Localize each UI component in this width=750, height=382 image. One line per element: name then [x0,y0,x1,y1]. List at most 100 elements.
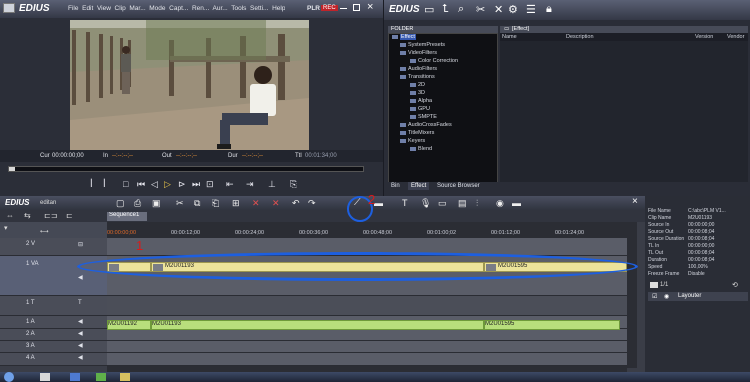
menu-view[interactable]: View [97,5,111,12]
tree-item-systempresets[interactable]: SystemPresets [400,42,445,48]
cut-clip-icon[interactable]: ✂ [176,198,184,209]
tree-item-color-correction[interactable]: Color Correction [410,58,458,64]
plr-mode-label[interactable]: PLR [307,5,320,12]
folder-taskbar-icon[interactable] [70,373,80,381]
dur-timecode[interactable]: --:--:--;-- [242,153,263,159]
copy-icon[interactable]: ⧉ [194,198,200,209]
menu-capture[interactable]: Capt... [169,5,188,12]
folder-view-icon[interactable]: ▭ [424,3,434,16]
fast-forward-icon[interactable]: ⊳ [178,179,186,190]
start-button-icon[interactable] [4,372,14,382]
column-vendor[interactable]: Vendor [727,34,744,40]
timeline-close-icon[interactable]: × [632,196,638,207]
tree-item-transitions[interactable]: Transitions [400,74,435,80]
title-track-icon[interactable]: T [78,300,82,306]
menu-mode[interactable]: Mode [149,5,165,12]
paste-icon[interactable]: ⎗ [212,198,219,209]
audio-clip[interactable]: M2U01192 [107,320,151,330]
speaker-icon[interactable]: ◀︎ [78,330,83,337]
output-icon[interactable]: ▬ [512,198,521,208]
track-audio-icon[interactable]: ◀︎ [78,274,83,281]
column-description[interactable]: Description [566,34,594,40]
track-header-2a[interactable]: 2 A ◀︎ [0,329,107,341]
export-icon[interactable]: ⎘ [290,179,297,190]
tree-item-3d[interactable]: 3D [410,90,425,96]
ripple-icon[interactable]: ⇆ [24,211,31,220]
menu-audio[interactable]: Aur... [213,5,228,12]
track-header-1a[interactable]: 1 A ◀︎ [0,316,107,329]
menu-settings[interactable]: Setti... [250,5,268,12]
effect-list[interactable] [500,41,748,183]
position-slider-handle[interactable] [9,167,15,171]
cut-icon[interactable]: ✂ [476,3,485,16]
tree-item-blend[interactable]: Blend [410,146,432,152]
save-icon[interactable]: ▣ [152,198,161,209]
menu-render[interactable]: Ren... [192,5,209,12]
open-project-icon[interactable]: ⎙ [134,198,141,209]
speaker-icon[interactable]: ◀︎ [78,318,83,325]
loop-icon[interactable]: ⊡ [206,179,214,190]
tab-effect[interactable]: Effect [408,182,430,190]
replace-icon[interactable]: ⊞ [232,198,240,209]
tree-item-keyers[interactable]: Keyers [400,138,425,144]
track-panel-icon[interactable]: ▾ [4,224,8,232]
delete-icon[interactable]: ✕ [494,3,503,16]
audio-mixer-icon[interactable]: 🎙︎ [420,198,431,209]
tree-item-titlemixers[interactable]: TitleMixers [400,130,434,136]
tree-item-2d[interactable]: 2D [410,82,425,88]
previous-edit-icon[interactable]: ⏮ [137,179,145,190]
menu-help[interactable]: Help [272,5,285,12]
maximize-icon[interactable] [353,4,360,11]
menu-edit[interactable]: Edit [82,5,93,12]
snap-icon[interactable]: ⊏⊐ [44,211,57,220]
set-in-icon[interactable]: ꟾ [90,179,93,190]
up-folder-icon[interactable]: ⮤ [442,3,449,16]
menu-clip[interactable]: Clip [115,5,126,12]
redo-icon[interactable]: ↷ [308,198,316,209]
zoom-icon[interactable]: ⟷ [40,228,49,235]
next-page-icon[interactable]: ⟲ [732,281,738,289]
menu-marker[interactable]: Mar... [129,5,145,12]
in-timecode[interactable]: --:--:--;-- [112,153,133,159]
set-out-icon[interactable]: ꟾ [103,179,106,190]
undo-icon[interactable]: ↶ [292,198,300,209]
search-icon[interactable]: ⌕ [458,3,464,16]
cur-timecode[interactable]: 00:00:00;00 [52,153,84,159]
play-icon[interactable]: ▷ [164,179,171,190]
audio-clip[interactable]: M2U01595 [484,320,620,330]
link-icon[interactable]: ⊏ [66,211,73,220]
overwrite-icon[interactable]: ⇥ [246,179,254,190]
checkbox-icon[interactable]: ☑ [652,293,657,300]
tree-item-videofilters[interactable]: VideoFilters [400,50,437,56]
layouter-row[interactable]: ☑ ◉ Layouter [648,292,748,301]
column-version[interactable]: Version [695,34,713,40]
delete-clip-icon[interactable]: ✕ [252,198,260,209]
sequence-marker-icon[interactable]: ▤ [458,198,467,209]
track-header-2v[interactable]: 2 V ⊟ [0,238,107,256]
timeline-vertical-scrollbar[interactable] [627,222,637,368]
speaker-icon[interactable]: ◀︎ [78,342,83,349]
out-timecode[interactable]: --:--:--;-- [176,153,197,159]
speaker-icon[interactable]: ◀︎ [78,354,83,361]
stop-icon[interactable]: □ [123,179,128,189]
tab-source-browser[interactable]: Source Browser [434,182,483,190]
tree-item-audiocrossfades[interactable]: AudioCrossFades [400,122,452,128]
track-lane-2a[interactable] [107,329,627,341]
app-taskbar-icon[interactable] [120,373,130,381]
track-lane-3a[interactable] [107,341,627,353]
browser-icon[interactable] [40,373,50,381]
waveform-icon[interactable]: ⫶ [476,198,478,209]
list-view-icon[interactable]: ☰ [526,3,536,16]
track-header-1t[interactable]: 1 T T [0,296,107,316]
track-header-4a[interactable]: 4 A ◀︎ [0,353,107,366]
ripple-delete-icon[interactable]: ✕ [272,198,280,209]
tree-item-alpha[interactable]: Alpha [410,98,432,104]
media-icon[interactable] [96,373,106,381]
track-mute-icon[interactable]: ⊟ [78,241,83,248]
record-icon[interactable]: ◉ [496,198,504,209]
time-ruler[interactable]: 00:00:00;00 00:00:12;00 00:00:24;00 00:0… [107,222,627,238]
track-header-3a[interactable]: 3 A ◀︎ [0,341,107,353]
insert-icon[interactable]: ⇤ [226,179,234,190]
new-sequence-icon[interactable]: ▢ [116,198,125,209]
tree-item-gpu[interactable]: GPU [410,106,430,112]
